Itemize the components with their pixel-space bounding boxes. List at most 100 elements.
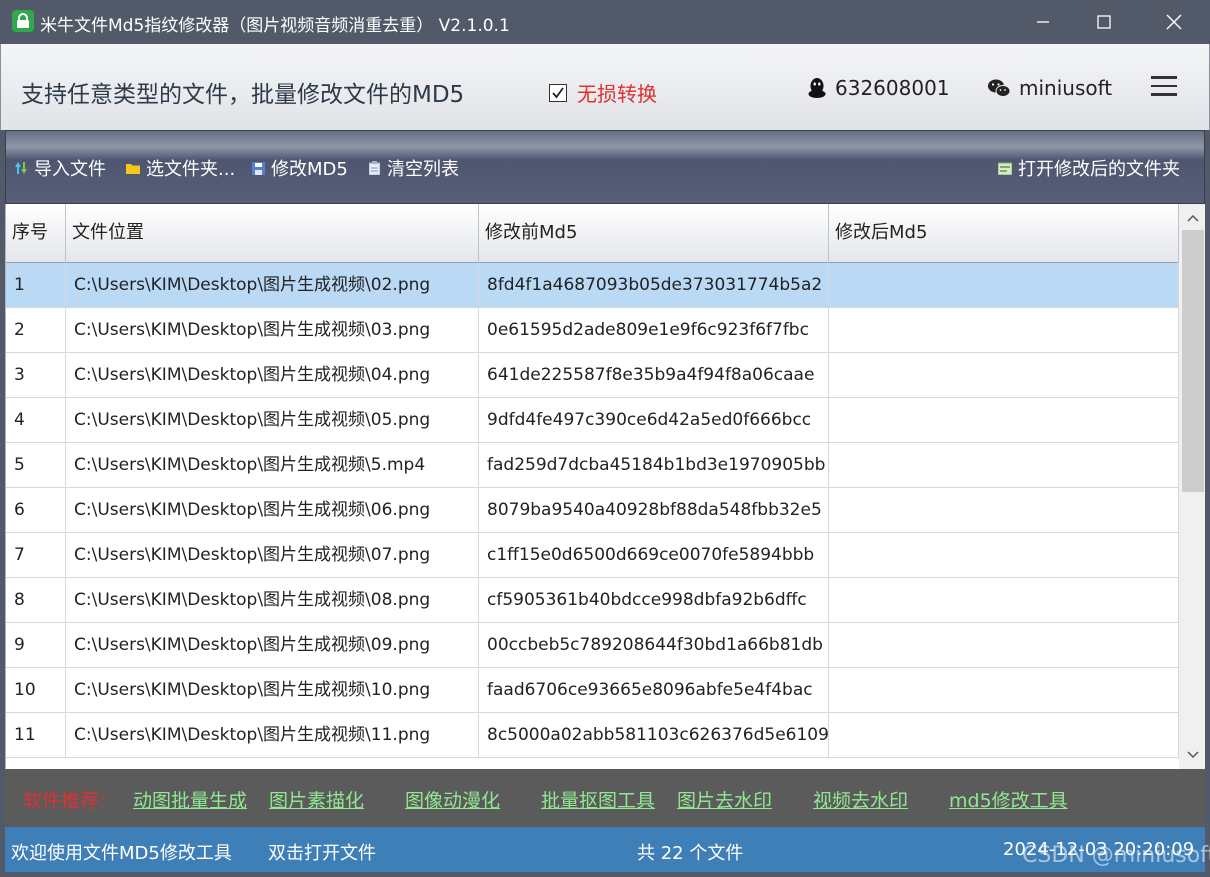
title-bar: 米牛文件Md5指纹修改器（图片视频音频消重去重） V2.1.0.1 xyxy=(0,0,1210,44)
cell-md5-before: 8079ba9540a40928bf88da548fbb32e5 xyxy=(479,488,829,533)
wechat-icon xyxy=(988,79,1011,97)
cell-index: 9 xyxy=(6,623,66,668)
cell-md5-before: cf5905361b40bdcce998dbfa92b6dffc xyxy=(479,578,829,623)
qq-penguin-icon xyxy=(808,78,826,98)
cell-md5-before: 8fd4f1a4687093b05de373031774b5a2 xyxy=(479,263,829,308)
cell-md5-before: fad259d7dcba45184b1bd3e1970905bb xyxy=(479,443,829,488)
cell-file-path: C:\Users\KIM\Desktop\图片生成视频\11.png xyxy=(66,713,479,758)
cell-file-path: C:\Users\KIM\Desktop\图片生成视频\06.png xyxy=(66,488,479,533)
cell-md5-before: 9dfd4fe497c390ce6d42a5ed0f666bcc xyxy=(479,398,829,443)
toolbar: 导入文件 选文件夹... 修改MD5 清空列表 打开修改后的文件夹 xyxy=(5,130,1205,204)
cell-file-path: C:\Users\KIM\Desktop\图片生成视频\10.png xyxy=(66,668,479,713)
cell-md5-before: faad6706ce93665e8096abfe5e4f4bac xyxy=(479,668,829,713)
cell-md5-after xyxy=(829,263,1179,308)
lossless-option[interactable]: 无损转换 xyxy=(549,78,657,107)
status-file-count: 共 22 个文件 xyxy=(637,843,744,864)
rec-link-cutout[interactable]: 批量抠图工具 xyxy=(541,786,655,813)
window-title: 米牛文件Md5指纹修改器（图片视频音频消重去重） V2.1.0.1 xyxy=(40,16,510,36)
cell-md5-before: 641de225587f8e35b9a4f94f8a06caae xyxy=(479,353,829,398)
status-welcome: 欢迎使用文件MD5修改工具 xyxy=(11,843,232,864)
header-band: 支持任意类型的文件，批量修改文件的MD5 无损转换 632608001 mini… xyxy=(0,44,1210,130)
cell-index: 1 xyxy=(6,263,66,308)
scroll-down-button[interactable] xyxy=(1179,743,1205,767)
close-icon xyxy=(1166,14,1182,30)
table-row[interactable]: 11 C:\Users\KIM\Desktop\图片生成视频\11.png 8c50… xyxy=(6,713,1179,758)
cell-file-path: C:\Users\KIM\Desktop\图片生成视频\09.png xyxy=(66,623,479,668)
lossless-label[interactable]: 无损转换 xyxy=(577,78,657,107)
cell-file-path: C:\Users\KIM\Desktop\图片生成视频\04.png xyxy=(66,353,479,398)
folder-icon xyxy=(126,161,140,175)
cell-md5-before: 00ccbeb5c789208644f30bd1a66b81db xyxy=(479,623,829,668)
cell-index: 8 xyxy=(6,578,66,623)
scrollbar-thumb[interactable] xyxy=(1182,230,1204,492)
cell-md5-after xyxy=(829,578,1179,623)
import-files-button[interactable]: 导入文件 xyxy=(14,155,106,181)
lossless-checkbox[interactable] xyxy=(549,83,567,102)
table-row[interactable]: 1 C:\Users\KIM\Desktop\图片生成视频\02.png 8fd4f… xyxy=(6,263,1179,308)
chevron-up-icon xyxy=(1186,214,1199,222)
rec-link-image-watermark[interactable]: 图片去水印 xyxy=(677,786,772,813)
cell-md5-after xyxy=(829,668,1179,713)
cell-file-path: C:\Users\KIM\Desktop\图片生成视频\08.png xyxy=(66,578,479,623)
table-row[interactable]: 10 C:\Users\KIM\Desktop\图片生成视频\10.png faad… xyxy=(6,668,1179,713)
table-row[interactable]: 2 C:\Users\KIM\Desktop\图片生成视频\03.png 0e615… xyxy=(6,308,1179,353)
hamburger-icon[interactable] xyxy=(1151,76,1177,98)
cell-md5-after xyxy=(829,623,1179,668)
close-button[interactable] xyxy=(1151,0,1197,44)
status-hint: 双击打开文件 xyxy=(268,843,376,864)
column-header-md5-after[interactable]: 修改后Md5 xyxy=(829,204,1179,263)
cell-md5-before: 0e61595d2ade809e1e9f6c923f6f7fbc xyxy=(479,308,829,353)
import-arrow-icon xyxy=(14,161,28,175)
wechat-contact: miniusoft xyxy=(987,76,1112,100)
csdn-watermark: CSDN @miniusoft xyxy=(1022,843,1210,868)
qq-contact: 632608001 xyxy=(807,76,950,100)
window-frame-right xyxy=(1205,130,1210,872)
table-row[interactable]: 6 C:\Users\KIM\Desktop\图片生成视频\06.png 8079b… xyxy=(6,488,1179,533)
cell-index: 10 xyxy=(6,668,66,713)
vertical-scrollbar[interactable] xyxy=(1179,204,1205,769)
column-header-path[interactable]: 文件位置 xyxy=(66,204,479,263)
cell-file-path: C:\Users\KIM\Desktop\图片生成视频\07.png xyxy=(66,533,479,578)
scroll-up-button[interactable] xyxy=(1179,206,1205,230)
cell-index: 2 xyxy=(6,308,66,353)
column-header-index[interactable]: 序号 xyxy=(6,204,66,263)
modify-md5-button[interactable]: 修改MD5 xyxy=(251,155,348,181)
import-files-label: 导入文件 xyxy=(34,159,106,180)
rec-link-md5-tool[interactable]: md5修改工具 xyxy=(949,786,1068,813)
table-header: 序号 文件位置 修改前Md5 修改后Md5 xyxy=(6,204,1179,263)
modify-md5-label: 修改MD5 xyxy=(271,159,348,180)
cell-md5-after xyxy=(829,533,1179,578)
column-header-md5-before[interactable]: 修改前Md5 xyxy=(479,204,829,263)
select-folder-button[interactable]: 选文件夹... xyxy=(126,155,235,181)
minimize-icon xyxy=(1037,21,1049,23)
file-table: 序号 文件位置 修改前Md5 修改后Md5 1 C:\Users\KIM\Desk… xyxy=(5,204,1205,769)
chevron-down-icon xyxy=(1186,751,1199,759)
maximize-button[interactable] xyxy=(1081,0,1127,44)
cell-md5-before: 8c5000a02abb581103c626376d5e6109 xyxy=(479,713,829,758)
minimize-button[interactable] xyxy=(1020,0,1066,44)
cell-index: 7 xyxy=(6,533,66,578)
qq-number: 632608001 xyxy=(835,76,950,100)
cell-md5-after xyxy=(829,488,1179,533)
recommendation-bar: 软件推荐: 动图批量生成 图片素描化 图像动漫化 批量抠图工具 图片去水印 视频… xyxy=(5,769,1205,827)
rec-link-video-watermark[interactable]: 视频去水印 xyxy=(813,786,908,813)
rec-link-gif-batch[interactable]: 动图批量生成 xyxy=(133,786,247,813)
open-output-folder-button[interactable]: 打开修改后的文件夹 xyxy=(998,155,1180,181)
cell-file-path: C:\Users\KIM\Desktop\图片生成视频\05.png xyxy=(66,398,479,443)
table-row[interactable]: 3 C:\Users\KIM\Desktop\图片生成视频\04.png 641de… xyxy=(6,353,1179,398)
table-row[interactable]: 9 C:\Users\KIM\Desktop\图片生成视频\09.png 00ccb… xyxy=(6,623,1179,668)
rec-link-anime[interactable]: 图像动漫化 xyxy=(405,786,500,813)
table-row[interactable]: 5 C:\Users\KIM\Desktop\图片生成视频\5.mp4 fad259… xyxy=(6,443,1179,488)
clear-list-button[interactable]: 清空列表 xyxy=(367,155,459,181)
cell-md5-after xyxy=(829,443,1179,488)
cell-index: 5 xyxy=(6,443,66,488)
table-row[interactable]: 8 C:\Users\KIM\Desktop\图片生成视频\08.png cf590… xyxy=(6,578,1179,623)
table-row[interactable]: 7 C:\Users\KIM\Desktop\图片生成视频\07.png c1ff1… xyxy=(6,533,1179,578)
checkmark-icon xyxy=(552,86,564,98)
slogan-text: 支持任意类型的文件，批量修改文件的MD5 xyxy=(21,82,465,108)
select-folder-label: 选文件夹... xyxy=(146,159,236,180)
table-row[interactable]: 4 C:\Users\KIM\Desktop\图片生成视频\05.png 9dfd4… xyxy=(6,398,1179,443)
cell-file-path: C:\Users\KIM\Desktop\图片生成视频\5.mp4 xyxy=(66,443,479,488)
cell-md5-after xyxy=(829,308,1179,353)
rec-link-sketch[interactable]: 图片素描化 xyxy=(269,786,364,813)
